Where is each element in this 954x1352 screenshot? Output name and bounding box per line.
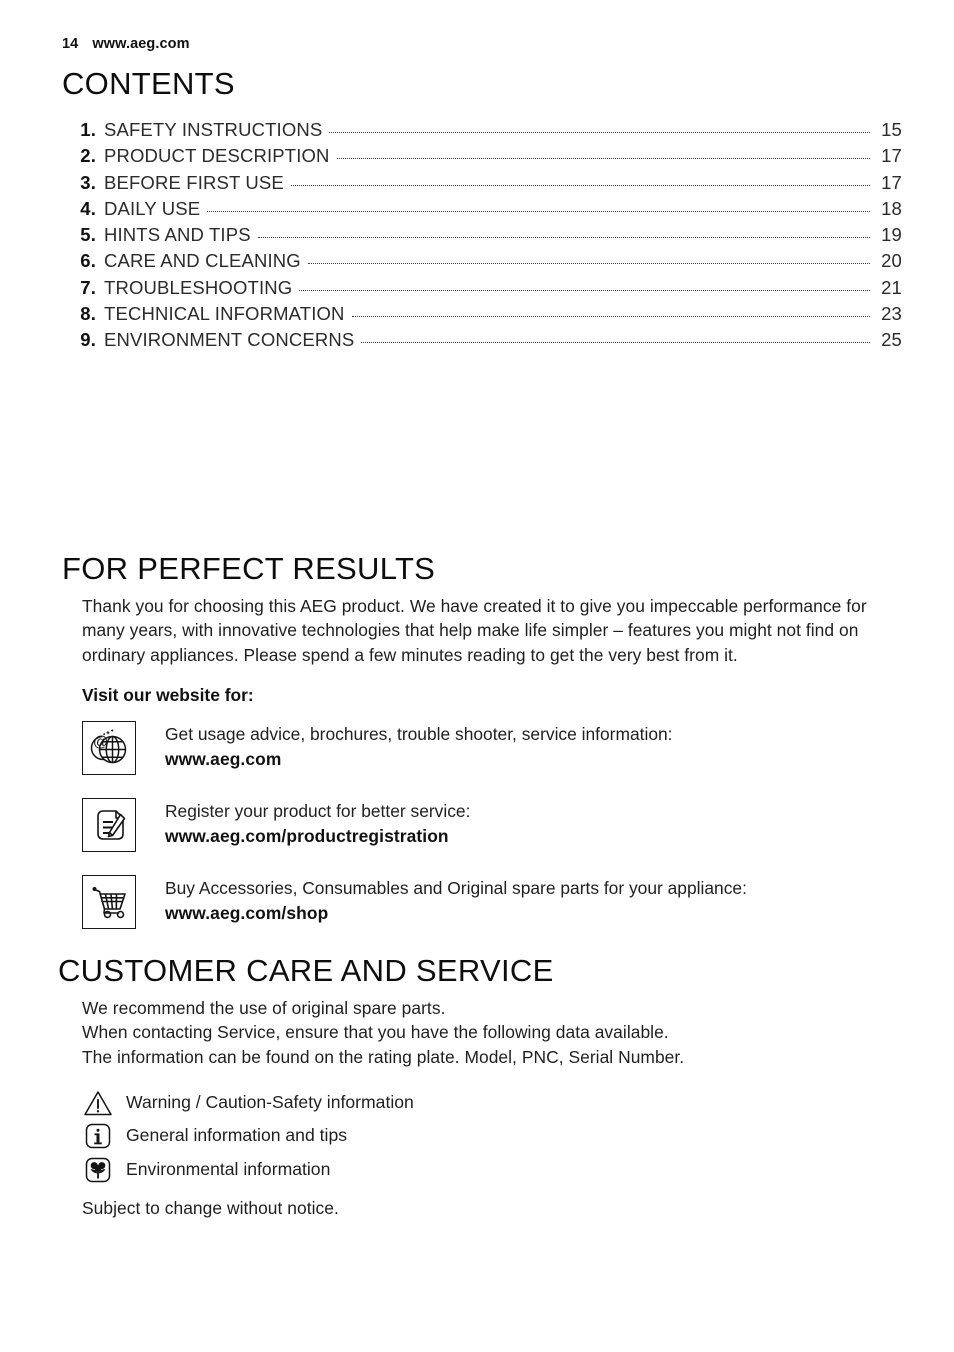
notice-text: Subject to change without notice.: [82, 1198, 339, 1218]
toc-entry-title: CARE AND CLEANING: [104, 250, 301, 272]
customer-care-heading: CUSTOMER CARE AND SERVICE: [58, 953, 554, 988]
svg-text:@: @: [93, 734, 108, 751]
website-link-text: Register your product for better service…: [165, 798, 470, 849]
toc-entry[interactable]: 8. TECHNICAL INFORMATION 23: [62, 303, 902, 329]
legend-row: Environmental information: [82, 1153, 682, 1187]
toc-dot-leader: [207, 210, 870, 212]
website-link-url[interactable]: www.aeg.com: [165, 747, 673, 772]
toc-entry-title: DAILY USE: [104, 197, 201, 219]
header-website: www.aeg.com: [92, 36, 190, 52]
toc-entry-page: 23: [881, 303, 902, 325]
toc-entry-title: ENVIRONMENT CONCERNS: [104, 329, 355, 351]
visit-website-label: Visit our website for:: [82, 685, 254, 705]
toc-dot-leader: [257, 237, 870, 239]
customer-care-line: The information can be found on the rati…: [82, 1046, 685, 1067]
website-links-list: @ Get usage advice, brochures, trouble s…: [82, 721, 912, 952]
website-link-description: Get usage advice, brochures, trouble sho…: [165, 724, 673, 744]
website-link-url[interactable]: www.aeg.com/productregistration: [165, 824, 470, 849]
environment-icon: [82, 1155, 114, 1185]
toc-entry[interactable]: 4. DAILY USE 18: [62, 198, 902, 224]
toc-entry[interactable]: 5. HINTS AND TIPS 19: [62, 224, 902, 250]
legend-list: Warning / Caution-Safety information Gen…: [82, 1086, 682, 1187]
toc-entry-number: 2.: [80, 145, 96, 167]
customer-care-line: When contacting Service, ensure that you…: [82, 1022, 669, 1043]
toc-entry-title: PRODUCT DESCRIPTION: [104, 145, 330, 167]
website-link-row[interactable]: @ Get usage advice, brochures, trouble s…: [82, 721, 912, 798]
toc-entry[interactable]: 6. CARE AND CLEANING 20: [62, 250, 902, 276]
toc-entry-page: 21: [881, 276, 902, 298]
warning-triangle-icon: [82, 1088, 114, 1118]
running-header: 14 www.aeg.com: [62, 36, 190, 52]
toc-entry-title: TECHNICAL INFORMATION: [104, 303, 345, 325]
website-link-text: Get usage advice, brochures, trouble sho…: [165, 721, 673, 772]
document-pencil-icon: [82, 798, 136, 852]
perfect-results-paragraph: Thank you for choosing this AEG product.…: [82, 596, 867, 665]
toc-entry-title: BEFORE FIRST USE: [104, 171, 284, 193]
toc-dot-leader: [336, 158, 870, 160]
perfect-results-heading: FOR PERFECT RESULTS: [62, 551, 436, 586]
toc-entry-title: SAFETY INSTRUCTIONS: [104, 119, 323, 140]
toc-entry-number: 5.: [80, 224, 96, 246]
legend-label: General information and tips: [126, 1125, 348, 1146]
toc-entry[interactable]: 1. SAFETY INSTRUCTIONS 15: [62, 119, 902, 145]
website-link-description: Register your product for better service…: [165, 801, 471, 821]
toc-entry[interactable]: 3. BEFORE FIRST USE 17: [62, 172, 902, 198]
toc-entry-page: 15: [881, 119, 902, 140]
toc-entry-page: 25: [881, 329, 902, 351]
toc-entry-number: 8.: [80, 303, 96, 325]
toc-entry[interactable]: 2. PRODUCT DESCRIPTION 17: [62, 145, 902, 171]
toc-dot-leader: [329, 132, 870, 133]
globe-at-icon: @: [82, 721, 136, 775]
legend-label: Warning / Caution-Safety information: [126, 1091, 414, 1112]
legend-label: Environmental information: [126, 1158, 331, 1179]
toc-entry-number: 1.: [80, 119, 96, 140]
toc-entry-page: 18: [881, 197, 902, 219]
website-link-url[interactable]: www.aeg.com/shop: [165, 901, 747, 926]
toc-entry[interactable]: 9. ENVIRONMENT CONCERNS 25: [62, 329, 902, 355]
contents-heading: CONTENTS: [62, 66, 235, 101]
toc-entry-number: 3.: [80, 171, 96, 193]
table-of-contents: 1. SAFETY INSTRUCTIONS 15 2. PRODUCT DESCRIP…: [62, 119, 902, 356]
toc-dot-leader: [361, 342, 870, 344]
toc-dot-leader: [307, 263, 870, 265]
legend-row: General information and tips: [82, 1120, 682, 1154]
toc-entry[interactable]: 7. TROUBLESHOOTING 21: [62, 277, 902, 303]
manual-page: 14 www.aeg.com CONTENTS 1. SAFETY INSTRUC…: [0, 0, 954, 1352]
toc-dot-leader: [290, 184, 870, 186]
toc-entry-page: 17: [881, 145, 902, 167]
info-icon: [82, 1121, 114, 1151]
shopping-cart-icon: [82, 875, 136, 929]
website-link-row[interactable]: Register your product for better service…: [82, 798, 912, 875]
toc-entry-title: TROUBLESHOOTING: [104, 276, 293, 298]
toc-dot-leader: [299, 289, 870, 291]
toc-entry-number: 9.: [80, 329, 96, 351]
toc-entry-page: 20: [881, 250, 902, 272]
customer-care-line: We recommend the use of original spare p…: [82, 998, 446, 1018]
toc-entry-number: 4.: [80, 197, 96, 219]
customer-care-paragraph: We recommend the use of original spare p…: [82, 996, 882, 1069]
toc-dot-leader: [351, 316, 870, 318]
toc-entry-title: HINTS AND TIPS: [104, 224, 251, 246]
toc-entry-page: 17: [881, 171, 902, 193]
page-number: 14: [62, 36, 79, 52]
toc-entry-number: 7.: [80, 276, 96, 298]
website-link-row[interactable]: Buy Accessories, Consumables and Origina…: [82, 875, 912, 952]
toc-entry-number: 6.: [80, 250, 96, 272]
legend-row: Warning / Caution-Safety information: [82, 1086, 682, 1120]
toc-entry-page: 19: [881, 224, 902, 246]
website-link-text: Buy Accessories, Consumables and Origina…: [165, 875, 747, 926]
website-link-description: Buy Accessories, Consumables and Origina…: [165, 878, 747, 898]
